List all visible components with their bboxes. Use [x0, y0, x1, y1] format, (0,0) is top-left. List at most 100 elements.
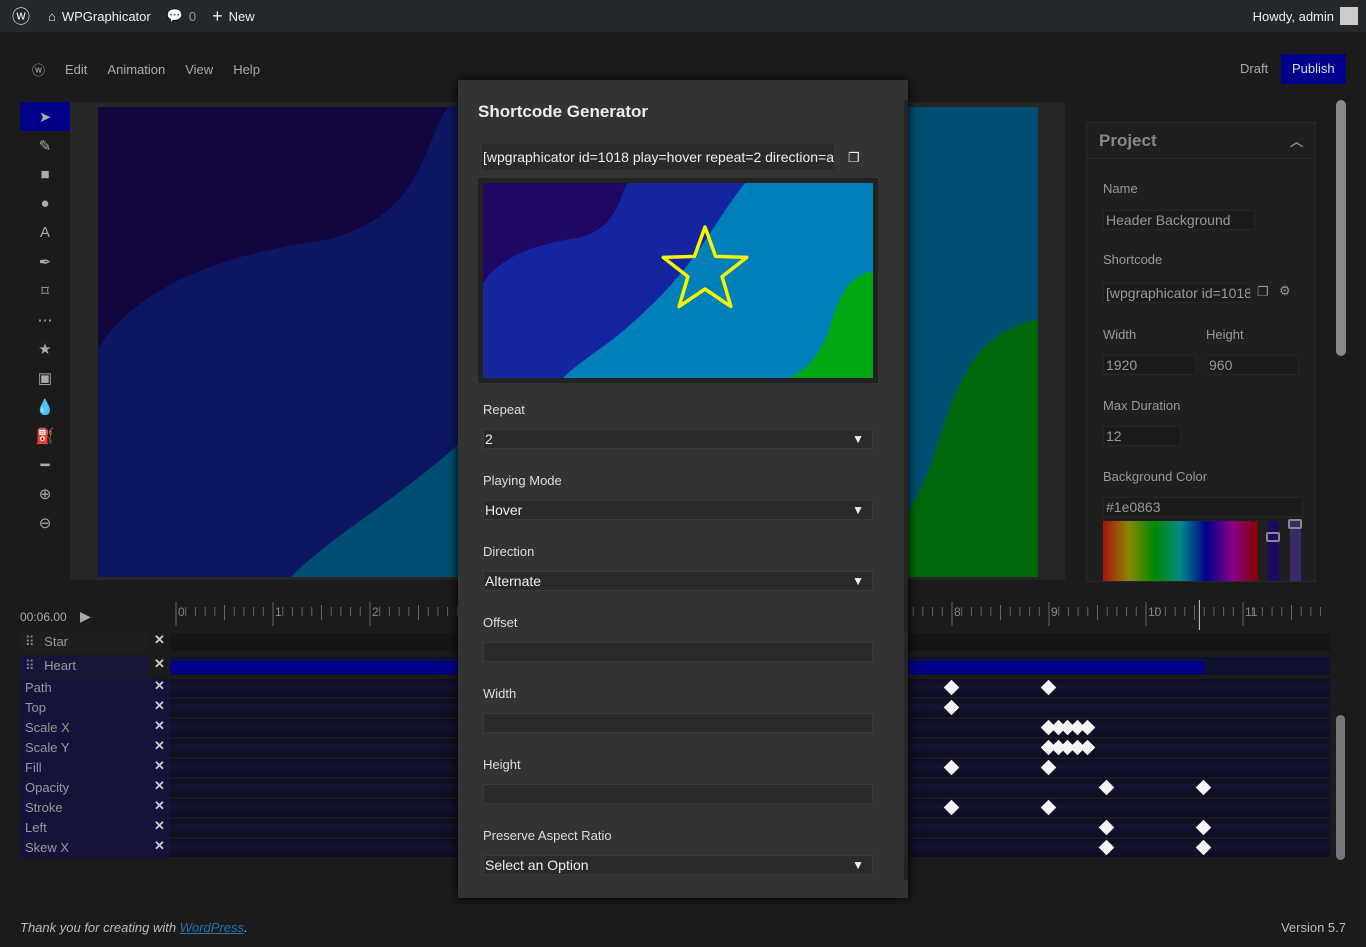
admin-bar: ⓦ ⌂ WPGraphicator 💬 0 + New Howdy, admin [0, 0, 1366, 32]
shortcode-output[interactable]: [wpgraphicator id=1018 play=hover repeat… [482, 144, 834, 170]
tool-sidebar: ➤ ✎ ■ ● A ✒ ⌑ ⋯ ★ ▣ 💧 ⛽ ━ ⊕ ⊖ [20, 102, 70, 580]
height-label: Height [1206, 327, 1244, 342]
tick-label: 10 [1148, 605, 1162, 619]
copy-icon[interactable]: ❐ [848, 150, 860, 166]
remove-property-icon[interactable]: ✕ [154, 838, 165, 854]
circle-icon[interactable]: ● [20, 189, 70, 218]
menu-view[interactable]: View [185, 62, 213, 77]
property-label: Opacity [20, 778, 170, 798]
alpha-slider[interactable] [1290, 521, 1301, 581]
menu-animation[interactable]: Animation [107, 62, 165, 77]
field-select[interactable]: 2 ▼ [483, 429, 873, 449]
field-label: Preserve Aspect Ratio [483, 828, 612, 843]
remove-property-icon[interactable]: ✕ [154, 758, 165, 774]
wordpress-link[interactable]: WordPress [180, 920, 244, 935]
property-label: Stroke [20, 798, 170, 818]
zoom-in-icon[interactable]: ⊕ [20, 479, 70, 508]
remove-layer-icon[interactable]: ✕ [154, 632, 165, 648]
menu-edit[interactable]: Edit [65, 62, 87, 77]
drag-handle-icon[interactable]: ⠿ [25, 658, 35, 673]
bg-color-input[interactable]: #1e0863 [1103, 497, 1303, 517]
duration-label: Max Duration [1103, 398, 1181, 413]
pen-icon[interactable]: ✒ [20, 247, 70, 276]
line-icon[interactable]: ━ [20, 450, 70, 479]
text-icon[interactable]: A [20, 218, 70, 247]
property-label: Skew X [20, 838, 170, 858]
name-input[interactable]: Header Background [1103, 210, 1255, 230]
field-label: Playing Mode [483, 473, 562, 488]
slider-handle[interactable] [1288, 519, 1302, 529]
paint-bucket-icon[interactable]: ⛽ [20, 421, 70, 450]
star-icon[interactable]: ★ [20, 334, 70, 363]
field-input[interactable] [483, 642, 873, 662]
chevron-up-icon[interactable]: ︿ [1290, 131, 1303, 150]
shortcode-generator-modal: Shortcode Generator [wpgraphicator id=10… [458, 80, 908, 898]
copy-icon[interactable]: ❐ [1257, 284, 1269, 300]
select-icon[interactable]: ➤ [20, 102, 70, 131]
pencil-icon[interactable]: ✎ [20, 131, 70, 160]
publish-button[interactable]: Publish [1281, 54, 1346, 84]
shortcode-label: Shortcode [1103, 252, 1163, 267]
remove-property-icon[interactable]: ✕ [154, 818, 165, 834]
field-input[interactable] [483, 784, 873, 804]
image-icon[interactable]: ▣ [20, 363, 70, 392]
comments-link[interactable]: 💬 0 [167, 8, 196, 24]
field-select[interactable]: Hover ▼ [483, 500, 873, 520]
new-link[interactable]: + New [212, 6, 255, 27]
play-icon[interactable]: ▶ [80, 608, 91, 625]
field-select[interactable]: Alternate ▼ [483, 571, 873, 591]
property-label: Path [20, 678, 170, 698]
slider-handle[interactable] [1266, 532, 1280, 542]
gear-icon[interactable]: ⚙ [1279, 283, 1291, 299]
chevron-down-icon: ▼ [852, 432, 864, 446]
remove-property-icon[interactable]: ✕ [154, 678, 165, 694]
drop-icon[interactable]: 💧 [20, 392, 70, 421]
bezier-icon[interactable]: ⋯ [20, 305, 70, 334]
menu-help[interactable]: Help [233, 62, 260, 77]
site-link[interactable]: ⌂ WPGraphicator [48, 9, 151, 24]
remove-property-icon[interactable]: ✕ [154, 778, 165, 794]
field-label: Height [483, 757, 521, 772]
lightness-slider[interactable] [1268, 521, 1279, 581]
field-select[interactable]: Select an Option ▼ [483, 855, 873, 875]
remove-property-icon[interactable]: ✕ [154, 718, 165, 734]
tick-label: 8 [954, 605, 961, 619]
duration-input[interactable]: 12 [1103, 426, 1181, 446]
drag-handle-icon[interactable]: ⠿ [25, 634, 35, 649]
layer-label[interactable]: ⠿ Star [20, 632, 148, 652]
color-spectrum[interactable] [1103, 521, 1258, 581]
comment-icon: 💬 [166, 8, 183, 23]
current-time: 00:06.00 [20, 610, 67, 624]
remove-property-icon[interactable]: ✕ [154, 738, 165, 754]
width-input[interactable]: 1920 [1103, 355, 1196, 375]
rectangle-icon[interactable]: ■ [20, 160, 70, 189]
zoom-out-icon[interactable]: ⊖ [20, 508, 70, 537]
layer-label[interactable]: ⠿ Heart [20, 656, 148, 676]
height-input[interactable]: 960 [1206, 355, 1299, 375]
property-label: Fill [20, 758, 170, 778]
plus-icon: + [212, 5, 223, 26]
wordpress-icon[interactable]: ⓦ [32, 60, 45, 79]
property-label: Top [20, 698, 170, 718]
shortcode-input[interactable]: [wpgraphicator id=1018] [1103, 283, 1251, 303]
field-label: Width [483, 686, 517, 701]
project-panel: Project ︿ Name Header Background Shortcod… [1086, 122, 1316, 582]
avatar [1340, 7, 1358, 25]
field-label: Offset [483, 615, 518, 630]
remove-property-icon[interactable]: ✕ [154, 798, 165, 814]
account-link[interactable]: Howdy, admin [1253, 7, 1358, 25]
polygon-icon[interactable]: ⌑ [20, 276, 70, 305]
remove-layer-icon[interactable]: ✕ [154, 656, 165, 672]
panel-title: Project [1099, 130, 1157, 150]
width-label: Width [1103, 327, 1137, 342]
field-input[interactable] [483, 713, 873, 733]
wordpress-logo-icon[interactable]: ⓦ [12, 3, 30, 29]
modal-scrollbar[interactable] [904, 100, 908, 880]
panel-scrollbar[interactable] [1336, 100, 1346, 356]
field-label: Direction [483, 544, 535, 559]
draft-button[interactable]: Draft [1232, 54, 1276, 84]
timeline-scrollbar[interactable] [1336, 715, 1345, 860]
property-label: Scale Y [20, 738, 170, 758]
tick-label: 2 [372, 605, 379, 619]
remove-property-icon[interactable]: ✕ [154, 698, 165, 714]
